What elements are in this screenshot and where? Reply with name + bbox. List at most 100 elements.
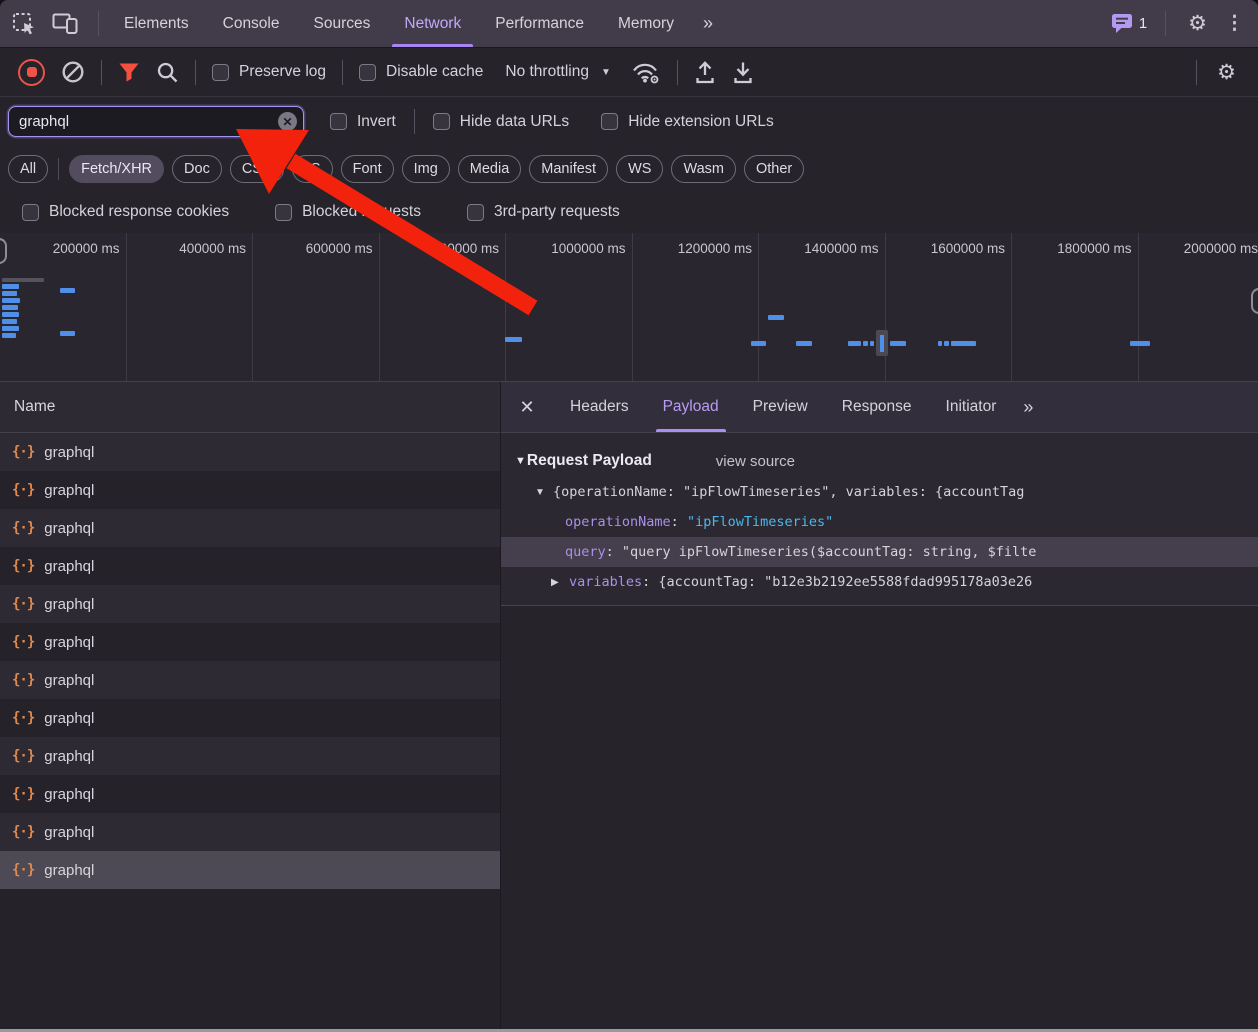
payload-row-operationname[interactable]: operationName: "ipFlowTimeseries": [501, 507, 1258, 537]
chip-fetch-xhr[interactable]: Fetch/XHR: [69, 155, 164, 183]
payload-summary-row[interactable]: ▼ {operationName: "ipFlowTimeseries", va…: [501, 477, 1258, 507]
checkbox-box[interactable]: [212, 64, 229, 81]
timeline-bars: [0, 233, 1258, 381]
request-name: graphql: [44, 710, 94, 727]
checkbox-box[interactable]: [22, 204, 39, 221]
close-detail-icon[interactable]: ✕: [501, 397, 553, 418]
checkbox-box[interactable]: [330, 113, 347, 130]
checkbox-box[interactable]: [359, 64, 376, 81]
detail-tab-preview[interactable]: Preview: [736, 382, 825, 432]
tab-memory[interactable]: Memory: [601, 0, 691, 47]
collapse-triangle-icon: ▼: [515, 455, 526, 467]
checkbox-box[interactable]: [601, 113, 618, 130]
toolbar-divider: [101, 60, 102, 85]
more-tabs-chevron[interactable]: »: [691, 0, 727, 47]
request-row[interactable]: {·}graphql: [0, 585, 500, 623]
request-row[interactable]: {·}graphql: [0, 699, 500, 737]
export-har-icon[interactable]: [694, 60, 716, 85]
json-file-icon: {·}: [12, 748, 34, 764]
request-row[interactable]: {·}graphql: [0, 851, 500, 889]
throttling-dropdown[interactable]: No throttling ▼: [505, 63, 610, 81]
checkbox-box[interactable]: [275, 204, 292, 221]
hide-data-urls-checkbox[interactable]: Hide data URLs: [433, 113, 569, 131]
request-name: graphql: [44, 786, 94, 803]
request-row[interactable]: {·}graphql: [0, 509, 500, 547]
tab-elements[interactable]: Elements: [107, 0, 206, 47]
detail-more-tabs-chevron[interactable]: »: [1013, 397, 1045, 418]
network-settings-gear-icon[interactable]: ⚙: [1213, 62, 1240, 83]
3rd-party-requests-label: 3rd-party requests: [494, 203, 620, 221]
disable-cache-checkbox[interactable]: Disable cache: [359, 63, 483, 81]
payload-row-variables[interactable]: ▶variables: {accountTag: "b12e3b2192ee55…: [501, 567, 1258, 597]
tabbar-divider: [1165, 11, 1166, 36]
chip-manifest[interactable]: Manifest: [529, 155, 608, 183]
chip-doc[interactable]: Doc: [172, 155, 222, 183]
detail-tab-initiator[interactable]: Initiator: [929, 382, 1014, 432]
request-row[interactable]: {·}graphql: [0, 737, 500, 775]
kebab-menu-icon[interactable]: ⋮: [1221, 14, 1248, 33]
chip-other[interactable]: Other: [744, 155, 804, 183]
payload-key: query: [565, 544, 606, 560]
checkbox-box[interactable]: [467, 204, 484, 221]
detail-tab-headers[interactable]: Headers: [553, 382, 646, 432]
request-row[interactable]: {·}graphql: [0, 623, 500, 661]
tab-performance[interactable]: Performance: [478, 0, 601, 47]
hide-extension-urls-checkbox[interactable]: Hide extension URLs: [601, 113, 774, 131]
chip-wasm[interactable]: Wasm: [671, 155, 736, 183]
detail-tab-payload[interactable]: Payload: [646, 382, 736, 432]
chip-font[interactable]: Font: [341, 155, 394, 183]
json-file-icon: {·}: [12, 558, 34, 574]
expand-triangle-icon[interactable]: ▶: [551, 577, 569, 588]
network-filter-input[interactable]: [8, 106, 304, 137]
device-toolbar-icon[interactable]: [52, 12, 78, 35]
payload-row-query[interactable]: query: "query ipFlowTimeseries($accountT…: [501, 537, 1258, 567]
chip-all[interactable]: All: [8, 155, 48, 183]
3rd-party-requests-checkbox[interactable]: 3rd-party requests: [467, 203, 620, 221]
issues-count: 1: [1139, 15, 1147, 32]
tab-sources[interactable]: Sources: [297, 0, 388, 47]
chip-ws[interactable]: WS: [616, 155, 663, 183]
request-row[interactable]: {·}graphql: [0, 661, 500, 699]
view-source-link[interactable]: view source: [716, 453, 795, 470]
clear-filter-icon[interactable]: ✕: [278, 112, 297, 131]
clear-network-log-button[interactable]: [61, 60, 85, 84]
checkbox-box[interactable]: [433, 113, 450, 130]
chip-js[interactable]: JS: [292, 155, 333, 183]
request-row[interactable]: {·}graphql: [0, 547, 500, 585]
blocked-requests-checkbox[interactable]: Blocked requests: [275, 203, 421, 221]
request-name: graphql: [44, 444, 94, 461]
request-row[interactable]: {·}graphql: [0, 433, 500, 471]
request-row[interactable]: {·}graphql: [0, 775, 500, 813]
chip-css[interactable]: CSS: [230, 155, 284, 183]
json-file-icon: {·}: [12, 672, 34, 688]
network-overview-timeline[interactable]: 200000 ms400000 ms600000 ms800000 ms1000…: [0, 233, 1258, 382]
filter-funnel-icon[interactable]: [118, 62, 140, 83]
search-icon[interactable]: [156, 61, 179, 84]
request-timing-bar: [2, 284, 19, 289]
network-conditions-icon[interactable]: [629, 60, 661, 85]
request-payload-header[interactable]: ▼ Request Payload view source: [501, 445, 1258, 477]
preserve-log-checkbox[interactable]: Preserve log: [212, 63, 326, 81]
overview-right-handle[interactable]: [1251, 288, 1258, 314]
record-network-log-button[interactable]: [18, 59, 45, 86]
import-har-icon[interactable]: [732, 60, 754, 85]
name-column-header[interactable]: Name: [0, 382, 500, 433]
network-toolbar: Preserve log Disable cache No throttling…: [0, 48, 1258, 97]
inspect-element-icon[interactable]: [12, 12, 36, 36]
tab-network[interactable]: Network: [387, 0, 478, 47]
blocked-response-cookies-checkbox[interactable]: Blocked response cookies: [22, 203, 229, 221]
detail-tab-response[interactable]: Response: [825, 382, 929, 432]
invert-label: Invert: [357, 113, 396, 131]
invert-checkbox[interactable]: Invert: [330, 113, 396, 131]
settings-gear-icon[interactable]: ⚙: [1184, 13, 1211, 34]
tabbar-divider: [98, 11, 99, 36]
tab-console[interactable]: Console: [206, 0, 297, 47]
request-timing-bar: [951, 341, 976, 346]
chip-media[interactable]: Media: [458, 155, 522, 183]
request-row[interactable]: {·}graphql: [0, 813, 500, 851]
chip-img[interactable]: Img: [402, 155, 450, 183]
message-bubble-icon: [1111, 13, 1133, 34]
request-row[interactable]: {·}graphql: [0, 471, 500, 509]
issues-badge[interactable]: 1: [1111, 13, 1147, 34]
payload-value: {accountTag: "b12e3b2192ee5588fdad995178…: [658, 574, 1032, 590]
